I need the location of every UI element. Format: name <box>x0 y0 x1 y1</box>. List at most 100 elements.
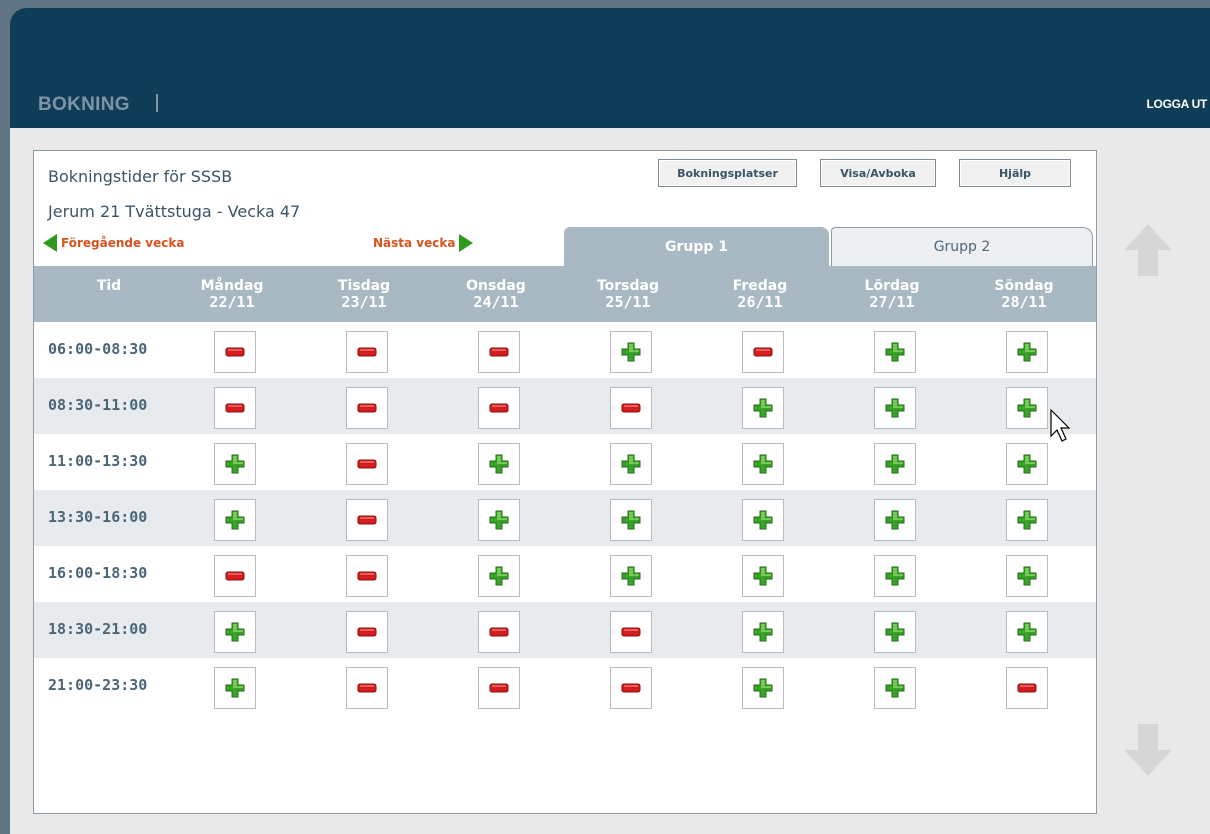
table-row: 06:00-08:30 <box>34 322 1096 378</box>
minus-icon <box>489 627 509 637</box>
plus-icon <box>753 678 773 698</box>
page-title: Bokningstider för SSSB <box>48 167 233 186</box>
tab-group-1[interactable]: Grupp 1 <box>564 227 829 266</box>
plus-icon <box>1017 398 1037 418</box>
book-slot-button[interactable] <box>478 443 520 485</box>
book-slot-button[interactable] <box>742 443 784 485</box>
mouse-cursor-icon <box>1050 409 1071 442</box>
minus-icon <box>357 627 377 637</box>
book-slot-button[interactable] <box>742 555 784 597</box>
minus-icon <box>489 347 509 357</box>
plus-icon <box>621 454 641 474</box>
plus-icon <box>885 398 905 418</box>
plus-icon <box>1017 510 1037 530</box>
page-subtitle: Jerum 21 Tvättstuga - Vecka 47 <box>48 202 301 221</box>
booked-slot-button[interactable] <box>214 331 256 373</box>
next-week-label: Nästa vecka <box>373 236 456 250</box>
booked-slot-button[interactable] <box>346 499 388 541</box>
day-name: Måndag <box>200 278 264 294</box>
plus-icon <box>1017 622 1037 642</box>
plus-icon <box>1017 454 1037 474</box>
booked-slot-button[interactable] <box>1006 667 1048 709</box>
booked-slot-button[interactable] <box>610 387 652 429</box>
next-week-link[interactable]: Nästa vecka <box>373 234 474 252</box>
booked-slot-button[interactable] <box>478 387 520 429</box>
book-slot-button[interactable] <box>742 499 784 541</box>
booked-slot-button[interactable] <box>478 331 520 373</box>
plus-icon <box>489 566 509 586</box>
minus-icon <box>489 403 509 413</box>
book-slot-button[interactable] <box>874 611 916 653</box>
table-row: 13:30-16:00 <box>34 490 1096 546</box>
book-slot-button[interactable] <box>610 443 652 485</box>
plus-icon <box>885 342 905 362</box>
day-date: 27/11 <box>869 293 915 311</box>
book-slot-button[interactable] <box>742 667 784 709</box>
booked-slot-button[interactable] <box>610 667 652 709</box>
booked-slot-button[interactable] <box>346 555 388 597</box>
app-header: BOKNING LOGGA UT <box>10 8 1210 128</box>
booked-slot-button[interactable] <box>346 387 388 429</box>
book-slot-button[interactable] <box>214 443 256 485</box>
table-row: 16:00-18:30 <box>34 546 1096 602</box>
book-slot-button[interactable] <box>742 611 784 653</box>
book-slot-button[interactable] <box>610 331 652 373</box>
plus-icon <box>753 622 773 642</box>
booked-slot-button[interactable] <box>742 331 784 373</box>
book-slot-button[interactable] <box>1006 555 1048 597</box>
book-slot-button[interactable] <box>874 499 916 541</box>
book-slot-button[interactable] <box>874 555 916 597</box>
booked-slot-button[interactable] <box>478 611 520 653</box>
arrow-up-icon[interactable] <box>1122 222 1174 278</box>
book-slot-button[interactable] <box>610 555 652 597</box>
book-slot-button[interactable] <box>1006 331 1048 373</box>
plus-icon <box>489 454 509 474</box>
window-frame: BOKNING LOGGA UT Bokningstider för SSSB … <box>0 0 1210 834</box>
book-slot-button[interactable] <box>214 499 256 541</box>
help-button[interactable]: Hjälp <box>959 159 1071 187</box>
minus-icon <box>357 571 377 581</box>
booked-slot-button[interactable] <box>346 443 388 485</box>
book-slot-button[interactable] <box>478 555 520 597</box>
previous-week-link[interactable]: Föregående vecka <box>43 234 184 252</box>
plus-icon <box>885 510 905 530</box>
tab-group-2[interactable]: Grupp 2 <box>831 227 1093 266</box>
booked-slot-button[interactable] <box>346 331 388 373</box>
plus-icon <box>753 566 773 586</box>
book-slot-button[interactable] <box>214 611 256 653</box>
day-header-wednesday: Onsdag 24/11 <box>430 278 562 310</box>
book-slot-button[interactable] <box>742 387 784 429</box>
plus-icon <box>1017 342 1037 362</box>
minus-icon <box>357 459 377 469</box>
day-header-tuesday: Tisdag 23/11 <box>298 278 430 310</box>
booked-slot-button[interactable] <box>478 667 520 709</box>
booked-slot-button[interactable] <box>346 611 388 653</box>
arrow-left-icon <box>43 234 57 252</box>
booked-slot-button[interactable] <box>610 611 652 653</box>
book-slot-button[interactable] <box>1006 387 1048 429</box>
book-slot-button[interactable] <box>1006 499 1048 541</box>
arrow-down-icon[interactable] <box>1122 722 1174 778</box>
book-slot-button[interactable] <box>874 443 916 485</box>
day-name: Onsdag <box>466 278 526 294</box>
booked-slot-button[interactable] <box>214 555 256 597</box>
book-slot-button[interactable] <box>874 331 916 373</box>
book-slot-button[interactable] <box>1006 611 1048 653</box>
book-slot-button[interactable] <box>610 499 652 541</box>
booked-slot-button[interactable] <box>214 387 256 429</box>
view-cancel-button[interactable]: Visa/Avboka <box>820 159 936 187</box>
time-label: 18:30-21:00 <box>48 620 148 638</box>
booking-panel: Bokningstider för SSSB Jerum 21 Tvättstu… <box>33 150 1097 814</box>
book-slot-button[interactable] <box>214 667 256 709</box>
logout-link[interactable]: LOGGA UT <box>1147 97 1208 111</box>
booking-places-button[interactable]: Bokningsplatser <box>658 159 797 187</box>
book-slot-button[interactable] <box>478 499 520 541</box>
previous-week-label: Föregående vecka <box>61 236 185 250</box>
book-slot-button[interactable] <box>874 667 916 709</box>
book-slot-button[interactable] <box>874 387 916 429</box>
booked-slot-button[interactable] <box>346 667 388 709</box>
book-slot-button[interactable] <box>1006 443 1048 485</box>
day-header-thursday: Torsdag 25/11 <box>562 278 694 310</box>
day-date: 24/11 <box>473 293 519 311</box>
plus-icon <box>885 566 905 586</box>
